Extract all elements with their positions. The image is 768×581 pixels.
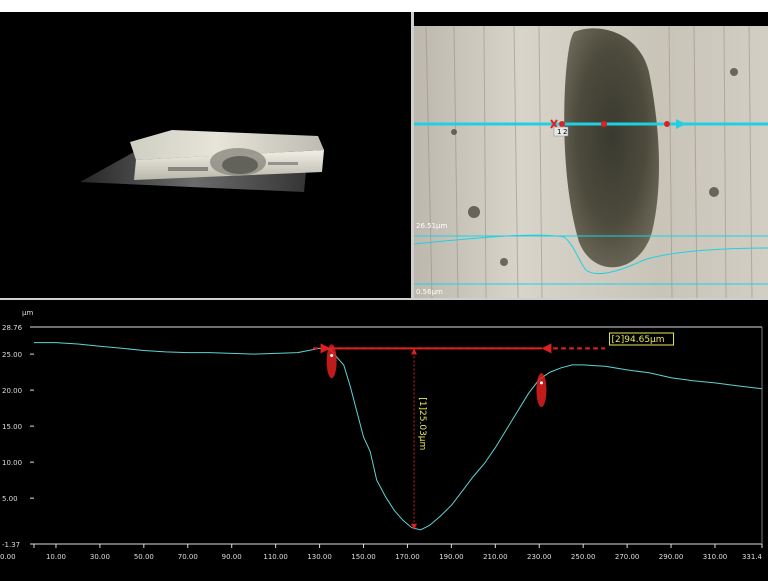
width-measure-label: [2]94.65µm	[612, 335, 665, 345]
optical-image-view[interactable]: 1 2 26.51µm 0.56µm	[414, 12, 768, 298]
depth-measure-label: [1]25.03µm	[417, 397, 427, 450]
x-tick-label: 270.00	[615, 553, 640, 561]
y-tick-label: 15.00	[2, 423, 22, 431]
x-tick-label: 110.00	[263, 553, 288, 561]
x-tick-label: 190.00	[439, 553, 464, 561]
y-tick-label: 5.00	[2, 495, 18, 503]
width-arrow-right	[541, 343, 552, 354]
scale-label-top: 26.51µm	[416, 222, 448, 230]
x-tick-label: 290.00	[659, 553, 684, 561]
3d-surface-render	[80, 130, 324, 192]
x-tick-label: 170.00	[395, 553, 420, 561]
y-tick-label: 10.00	[2, 459, 22, 467]
profile-curve	[34, 342, 763, 531]
x-tick-label: 230.00	[527, 553, 552, 561]
horizontal-splitter[interactable]	[0, 298, 768, 300]
cursor-handle-1[interactable]	[326, 344, 337, 379]
marker-label-1: 1	[557, 128, 561, 136]
x-tick-label: 10.00	[46, 553, 66, 561]
x-tick-label: 310.00	[703, 553, 728, 561]
optical-image-render: 1 2	[414, 12, 768, 298]
x-tick-label: 50.00	[134, 553, 154, 561]
marker-2[interactable]	[559, 121, 565, 127]
y-tick-label: 20.00	[2, 387, 22, 395]
y-tick-label: 25.00	[2, 351, 22, 359]
cursor-point-2	[539, 381, 543, 385]
window-top-strip	[0, 0, 768, 12]
scale-label-bottom: 0.56µm	[416, 288, 443, 296]
y-unit-label: µm	[22, 309, 33, 317]
cursor-point-1	[330, 354, 334, 358]
x-tick-label: 30.00	[90, 553, 110, 561]
cursor-handle-2[interactable]	[536, 373, 547, 408]
x-tick-label: 70.00	[178, 553, 198, 561]
x-tick-label: 250.00	[571, 553, 596, 561]
x-tick-label: 0.00	[0, 553, 16, 561]
x-tick-label: 90.00	[222, 553, 242, 561]
x-tick-label: 130.00	[307, 553, 332, 561]
y-tick-label: -1.37	[2, 541, 20, 549]
marker-3[interactable]	[601, 121, 607, 127]
profile-plot: 28.76 25.00 20.00 15.00 10.00 5.00 -1.37 0.00 1…	[0, 309, 763, 561]
marker-label-2: 2	[563, 128, 567, 136]
x-tick-label: 150.00	[351, 553, 376, 561]
x-tick-label: 331.4	[742, 553, 763, 561]
marker-4[interactable]	[664, 121, 670, 127]
y-tick-label: 28.76	[2, 324, 23, 332]
x-tick-label: 210.00	[483, 553, 508, 561]
3d-surface-view[interactable]	[8, 12, 411, 298]
profile-chart[interactable]: 28.76 25.00 20.00 15.00 10.00 5.00 -1.37 0.00 1…	[0, 301, 768, 581]
